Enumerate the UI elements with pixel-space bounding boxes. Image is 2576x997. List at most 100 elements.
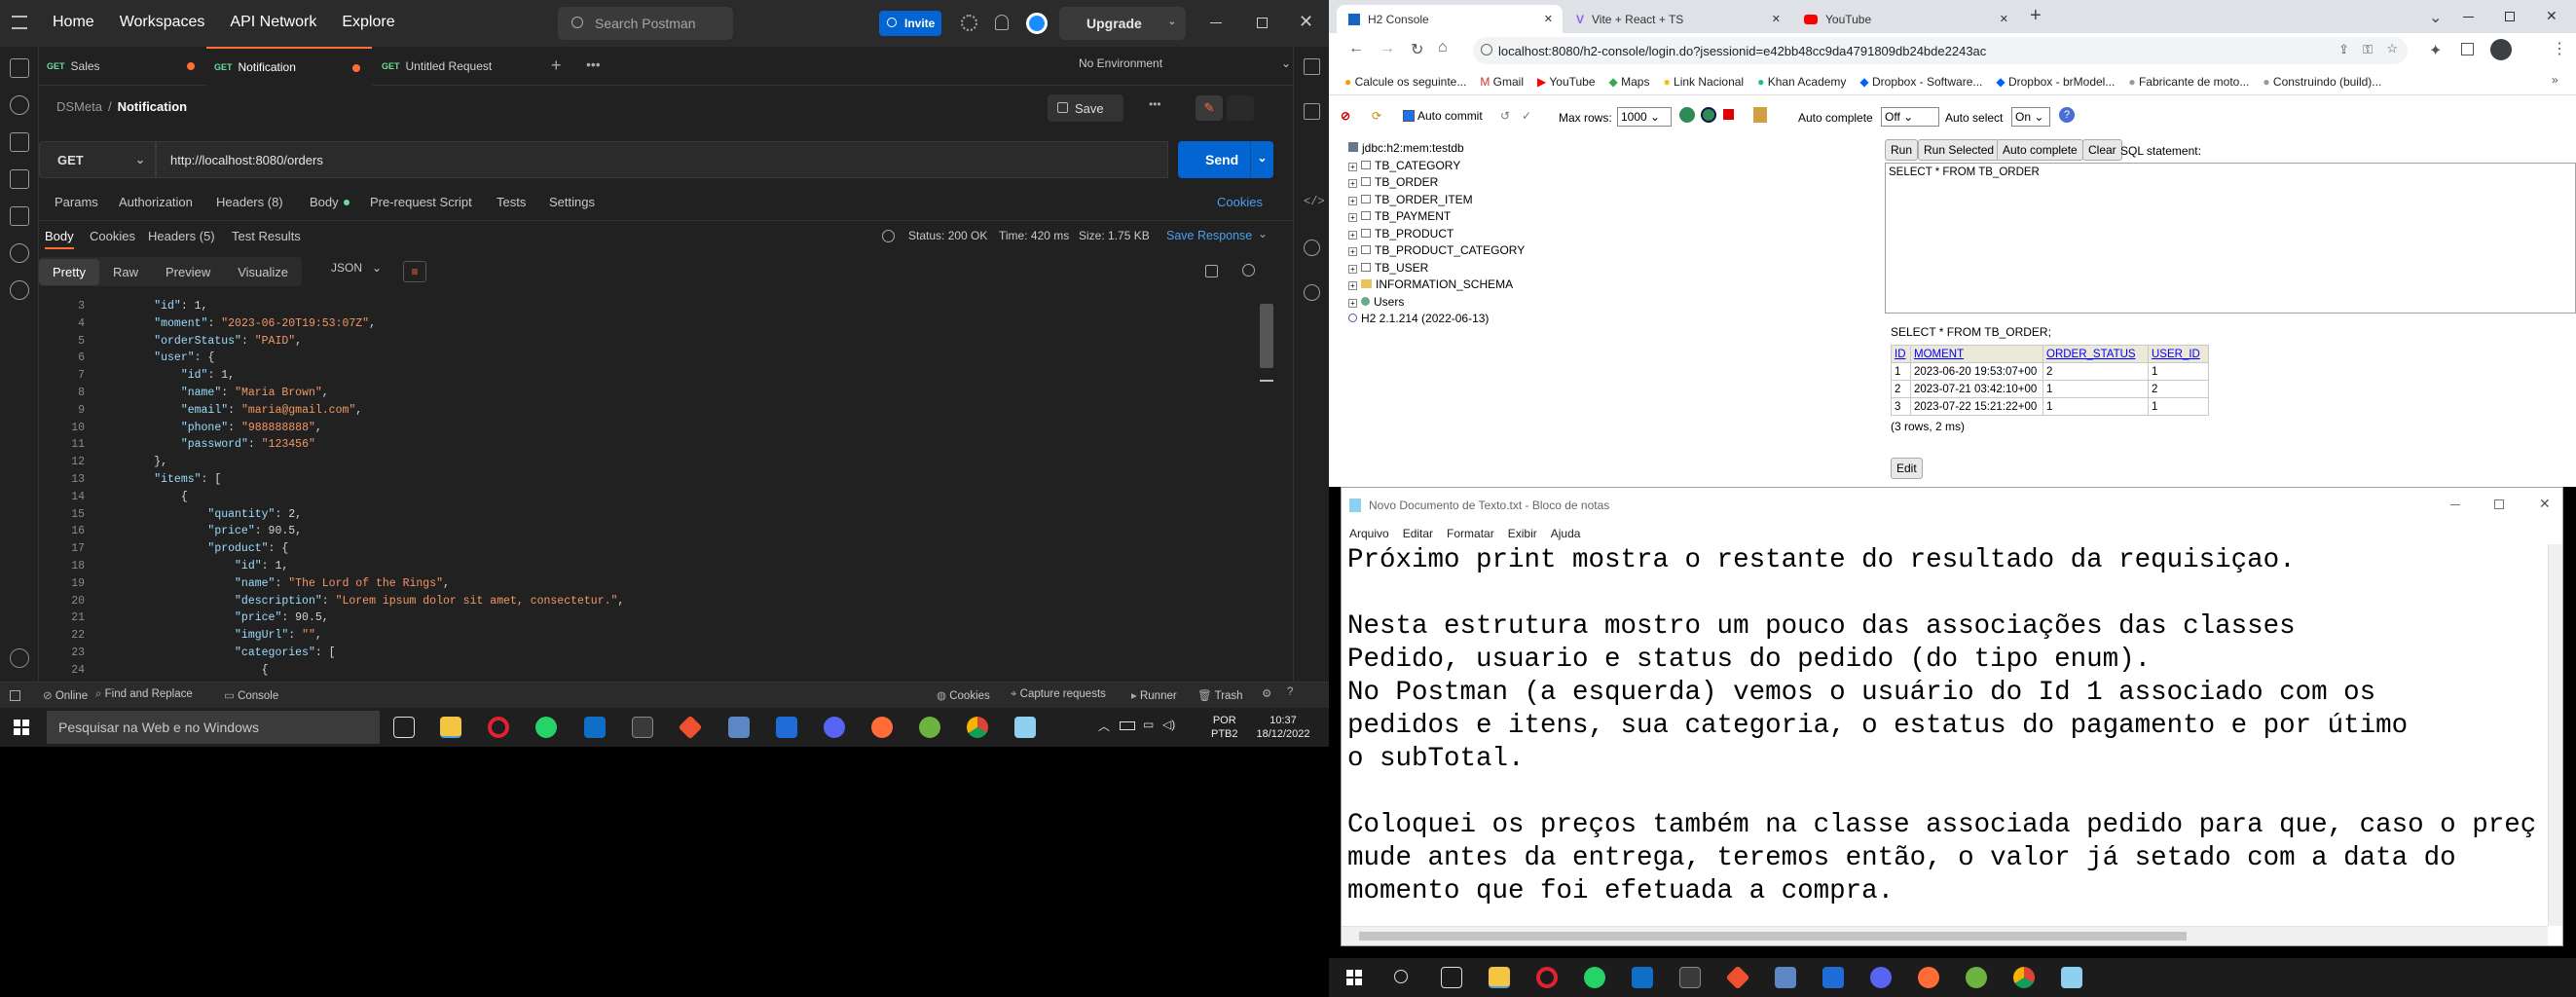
gear-icon[interactable] — [961, 15, 977, 31]
tree-table[interactable]: + TB_PAYMENT — [1348, 208, 1577, 226]
back-icon[interactable]: ← — [1348, 40, 1364, 57]
tab-settings[interactable]: Settings — [549, 195, 595, 209]
task-view-icon[interactable] — [393, 717, 415, 738]
refresh-icon[interactable]: ⟳ — [1372, 109, 1381, 123]
tab-response-cookies[interactable]: Cookies — [90, 229, 135, 243]
tab-h2-console[interactable]: H2 Console ✕ — [1337, 5, 1563, 33]
vertical-scrollbar[interactable] — [2548, 544, 2562, 926]
breadcrumb-parent[interactable]: DSMeta — [56, 99, 102, 114]
tab-authorization[interactable]: Authorization — [119, 195, 193, 209]
terminal-icon[interactable] — [632, 717, 653, 738]
save-button[interactable]: Save — [1048, 94, 1123, 122]
reload-icon[interactable]: ↻ — [1411, 40, 1423, 59]
tab-notification[interactable]: GET Notification — [206, 47, 372, 86]
discord-icon[interactable] — [824, 717, 845, 738]
sidebar-icon[interactable] — [2461, 43, 2474, 55]
tree-table[interactable]: + TB_PRODUCT_CATEGORY — [1348, 242, 1577, 260]
tree-table[interactable]: + TB_PRODUCT — [1348, 226, 1577, 243]
edit-icon[interactable]: ✎ — [1196, 95, 1223, 121]
network-app-icon[interactable] — [728, 717, 750, 738]
new-tab-icon[interactable]: + — [2030, 5, 2042, 27]
sql-editor[interactable]: SELECT * FROM TB_ORDER — [1885, 163, 2576, 314]
search-icon[interactable] — [1242, 264, 1255, 277]
tab-youtube[interactable]: YouTube ✕ — [1792, 5, 2018, 33]
comments-icon[interactable] — [1304, 103, 1320, 120]
max-rows-select[interactable]: 1000 ⌄ — [1617, 107, 1672, 127]
battery-icon[interactable] — [1120, 721, 1135, 730]
code-icon[interactable]: </> — [1304, 195, 1325, 211]
wrap-lines-icon[interactable]: ≡ — [403, 261, 426, 282]
chevron-up-icon[interactable]: ︿ — [1098, 718, 1110, 734]
menu-exibir[interactable]: Exibir — [1508, 527, 1537, 540]
cookies-status[interactable]: ◍ Cookies — [937, 688, 990, 702]
spring-icon[interactable] — [919, 717, 940, 738]
tab-response-headers[interactable]: Headers (5) — [148, 229, 215, 243]
apis-icon[interactable] — [10, 95, 29, 115]
find-replace[interactable]: ⌕ Find and Replace — [95, 688, 193, 701]
close-icon[interactable]: ✕ — [1544, 13, 1553, 25]
environments-icon[interactable] — [10, 132, 29, 152]
column-header[interactable]: ORDER_STATUS — [2042, 345, 2149, 363]
tree-table[interactable]: + TB_CATEGORY — [1348, 158, 1577, 175]
windows-start-icon[interactable] — [1346, 970, 1362, 985]
help-icon[interactable]: ? — [1287, 686, 1293, 698]
postman-icon[interactable] — [1918, 967, 1939, 988]
more-menu-icon[interactable]: ⋮ — [2552, 39, 2567, 58]
close-icon[interactable]: ✕ — [2539, 496, 2551, 512]
online-status[interactable]: ⊘ Online — [43, 688, 88, 702]
restore-icon[interactable] — [2505, 12, 2515, 21]
search-input[interactable]: Search Postman — [558, 7, 733, 40]
copy-icon[interactable] — [1205, 265, 1218, 277]
auto-select-select[interactable]: On ⌄ — [2011, 107, 2050, 127]
column-header[interactable]: ID — [1891, 345, 1911, 363]
spring-icon[interactable] — [1966, 967, 1987, 988]
new-tab-icon[interactable]: + — [551, 55, 562, 76]
nav-home[interactable]: Home — [53, 14, 94, 31]
volume-icon[interactable]: ◁) — [1162, 718, 1175, 731]
bookmark-item[interactable]: ◆ Dropbox - Software... — [1859, 75, 1982, 89]
tree-table[interactable]: + TB_ORDER_ITEM — [1348, 192, 1577, 209]
run-selected-icon[interactable] — [1701, 107, 1716, 123]
trash[interactable]: 🗑 Trash — [1197, 688, 1243, 702]
close-icon[interactable]: ✕ — [2546, 8, 2558, 24]
close-icon[interactable]: ✕ — [2000, 13, 2008, 25]
save-response-button[interactable]: Save Response — [1166, 229, 1252, 242]
home-icon[interactable]: ⌂ — [1438, 39, 1448, 56]
tab-params[interactable]: Params — [55, 195, 98, 209]
edit-button[interactable]: Edit — [1891, 458, 1923, 479]
opera-icon[interactable] — [488, 717, 509, 738]
minimize-icon[interactable] — [2463, 17, 2474, 18]
menu-ajuda[interactable]: Ajuda — [1551, 527, 1581, 540]
cookies-link[interactable]: Cookies — [1217, 195, 1263, 209]
minimize-icon[interactable] — [2450, 504, 2460, 505]
console[interactable]: ▭ Console — [224, 688, 278, 702]
tab-pretty[interactable]: Pretty — [39, 258, 99, 285]
tab-response-body[interactable]: Body — [45, 229, 74, 249]
git-icon[interactable] — [678, 715, 703, 740]
code-scrollbar[interactable] — [1260, 304, 1273, 368]
tab-pre-request-script[interactable]: Pre-request Script — [370, 195, 472, 209]
more-tabs-icon[interactable]: ••• — [586, 56, 601, 72]
network-app-icon[interactable] — [1775, 967, 1796, 988]
more-bookmarks-icon[interactable]: » — [2552, 73, 2558, 87]
response-body-code[interactable]: 3 "id": 1, 4 "moment": "2023-06-20T19:53:… — [39, 298, 1293, 682]
disconnect-icon[interactable]: ⊘ — [1341, 109, 1350, 123]
tab-tests[interactable]: Tests — [497, 195, 526, 209]
tab-sales[interactable]: GET Sales — [39, 47, 204, 86]
bookmark-item[interactable]: M Gmail — [1480, 75, 1524, 89]
monitors-icon[interactable] — [10, 206, 29, 226]
windows-start-icon[interactable] — [14, 720, 29, 735]
tab-body[interactable]: Body — [310, 195, 339, 209]
nav-explore[interactable]: Explore — [342, 14, 394, 31]
bookmark-item[interactable]: ● Khan Academy — [1757, 75, 1846, 89]
lightbulb-icon[interactable] — [1304, 240, 1320, 256]
bookmark-item[interactable]: ● Link Nacional — [1663, 75, 1744, 89]
horizontal-scrollbar[interactable] — [1342, 926, 2548, 945]
scrollbar-thumb[interactable] — [1359, 932, 2187, 941]
address-bar[interactable]: localhost:8080/h2-console/login.do?jsess… — [1473, 37, 2408, 64]
task-view-icon[interactable] — [1441, 967, 1462, 988]
nav-workspaces[interactable]: Workspaces — [120, 14, 205, 31]
whatsapp-icon[interactable] — [1584, 967, 1605, 988]
invite-button[interactable]: Invite — [879, 11, 941, 36]
bookmark-item[interactable]: ▶ YouTube — [1537, 75, 1596, 89]
